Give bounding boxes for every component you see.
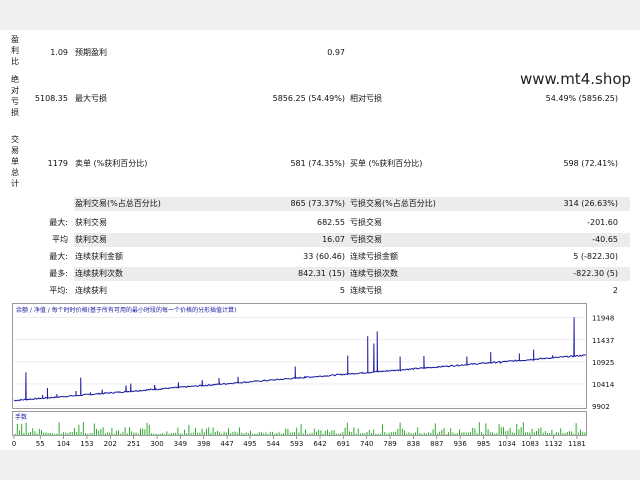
x-tick-label: 202 <box>104 440 117 448</box>
x-tick-label: 1132 <box>545 440 563 448</box>
x-tick-label: 447 <box>220 440 233 448</box>
y-axis-ticks: 9902 10414 10925 11437 11948 <box>592 315 615 411</box>
x-tick-label: 544 <box>267 440 281 448</box>
x-tick-label: 300 <box>150 440 163 448</box>
balance-chart: 余额 / 净值 / 每个时时价格(基于所有可用的最小时段的每一个价格的分形插值计… <box>12 306 615 448</box>
volume-label: 手数 <box>15 413 27 421</box>
x-tick-label: 1181 <box>568 440 586 448</box>
x-tick-label: 838 <box>407 440 420 448</box>
x-tick-label: 1034 <box>498 440 516 448</box>
y-tick-label: 10925 <box>592 359 614 367</box>
balance-line-group <box>13 317 587 402</box>
x-tick-label: 593 <box>290 440 303 448</box>
x-tick-label: 55 <box>36 440 45 448</box>
x-tick-label: 691 <box>337 440 350 448</box>
x-tick-label: 104 <box>57 440 71 448</box>
x-tick-label: 251 <box>127 440 140 448</box>
x-tick-label: 0 <box>12 440 16 448</box>
y-tick-label: 10414 <box>592 381 615 389</box>
y-tick-label: 11437 <box>592 337 614 345</box>
y-tick-label: 11948 <box>592 315 614 323</box>
x-tick-label: 349 <box>174 440 187 448</box>
x-tick-label: 887 <box>430 440 443 448</box>
x-tick-label: 642 <box>313 440 326 448</box>
x-axis-ticks: 0 55 104 153 202 251 300 349 398 447 495 544 593 642 6… <box>12 436 586 448</box>
x-tick-label: 985 <box>477 440 490 448</box>
x-tick-label: 740 <box>360 440 373 448</box>
volume-bars <box>14 422 586 435</box>
x-tick-label: 495 <box>243 440 256 448</box>
y-tick-label: 9902 <box>592 403 610 411</box>
x-tick-label: 398 <box>197 440 210 448</box>
x-tick-label: 1083 <box>521 440 539 448</box>
x-tick-label: 153 <box>80 440 93 448</box>
tester-report: 盈利比 绝对亏损 交易单总计 1.09 预期盈利 0.97 www.mt4.sh… <box>0 0 640 480</box>
chart-legend: 余额 / 净值 / 每个时时价格(基于所有可用的最小时段的每一个价格的分形插值计… <box>16 306 236 314</box>
x-tick-label: 936 <box>453 440 467 448</box>
x-tick-label: 789 <box>383 440 396 448</box>
balance-line <box>13 317 587 402</box>
